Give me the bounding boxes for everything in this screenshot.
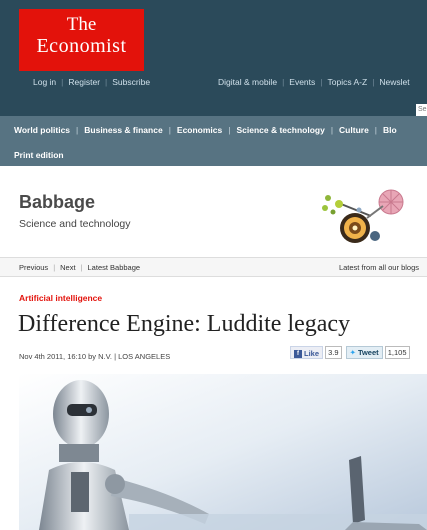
register-link[interactable]: Register: [68, 77, 100, 87]
like-count: 3.9: [325, 346, 342, 359]
section-culture[interactable]: Culture: [339, 125, 369, 135]
section-economics[interactable]: Economics: [177, 125, 222, 135]
tweet-button[interactable]: ✦ Tweet: [345, 346, 383, 359]
subscribe-link[interactable]: Subscribe: [112, 77, 150, 87]
divider: |: [61, 77, 64, 87]
robot-laptop-photo: [19, 374, 427, 530]
section-print-edition[interactable]: Print edition: [14, 150, 64, 160]
previous-link[interactable]: Previous: [19, 263, 48, 272]
divider: |: [330, 125, 334, 135]
divider: |: [320, 77, 323, 87]
section-nav: World politics | Business & finance | Econom…: [0, 116, 427, 166]
topics-az-link[interactable]: Topics A-Z: [328, 77, 368, 87]
section-business-finance[interactable]: Business & finance: [84, 125, 162, 135]
latest-all-blogs-link[interactable]: Latest from all our blogs: [339, 263, 419, 272]
section-science-technology[interactable]: Science & technology: [236, 125, 324, 135]
divider: |: [168, 125, 171, 135]
article-dateline: Nov 4th 2011, 16:10 by N.V. | LOS ANGELE…: [19, 352, 171, 361]
login-link[interactable]: Log in: [33, 77, 56, 87]
economist-logo[interactable]: The Economist: [19, 9, 144, 71]
utility-nav: Digital & mobile | Events | Topics A-Z | Newsl…: [218, 77, 410, 87]
twitter-bird-icon: ✦: [349, 348, 356, 357]
divider: |: [76, 125, 79, 135]
blog-nav: Previous | Next | Latest Babbage Latest from…: [0, 257, 427, 277]
tweet-label: Tweet: [357, 348, 379, 357]
blog-title[interactable]: Babbage: [19, 192, 95, 213]
like-label: Like: [304, 349, 320, 358]
divider: |: [374, 125, 378, 135]
digital-mobile-link[interactable]: Digital & mobile: [218, 77, 277, 87]
section-world-politics[interactable]: World politics: [14, 125, 70, 135]
divider: |: [53, 263, 56, 272]
tweet-count: 1,105: [384, 346, 410, 359]
article-fly-title[interactable]: Artificial intelligence: [19, 293, 102, 303]
divider: |: [80, 263, 83, 272]
article-headline: Difference Engine: Luddite legacy: [18, 311, 351, 337]
next-link[interactable]: Next: [60, 263, 75, 272]
site-header: The Economist Log in | Register | Subscribe …: [0, 0, 427, 116]
account-nav: Log in | Register | Subscribe: [33, 77, 150, 91]
blog-subtitle: Science and technology: [19, 218, 131, 230]
logo-line-1: The: [66, 14, 97, 35]
section-blogs[interactable]: Blo: [383, 125, 397, 135]
divider: |: [105, 77, 108, 87]
search-input[interactable]: Se: [416, 104, 427, 116]
share-bar: f Like 3.9 ✦ Tweet 1,105: [290, 346, 412, 360]
babbage-gears-illustration: [322, 189, 404, 243]
facebook-like-button[interactable]: f Like: [290, 346, 324, 359]
events-link[interactable]: Events: [289, 77, 315, 87]
newsletters-link[interactable]: Newslet: [379, 77, 409, 87]
facebook-icon: f: [294, 350, 302, 359]
divider: |: [372, 77, 375, 87]
divider: |: [282, 77, 285, 87]
divider: |: [228, 125, 231, 135]
logo-line-2: Economist: [36, 35, 127, 57]
latest-babbage-link[interactable]: Latest Babbage: [88, 263, 141, 272]
